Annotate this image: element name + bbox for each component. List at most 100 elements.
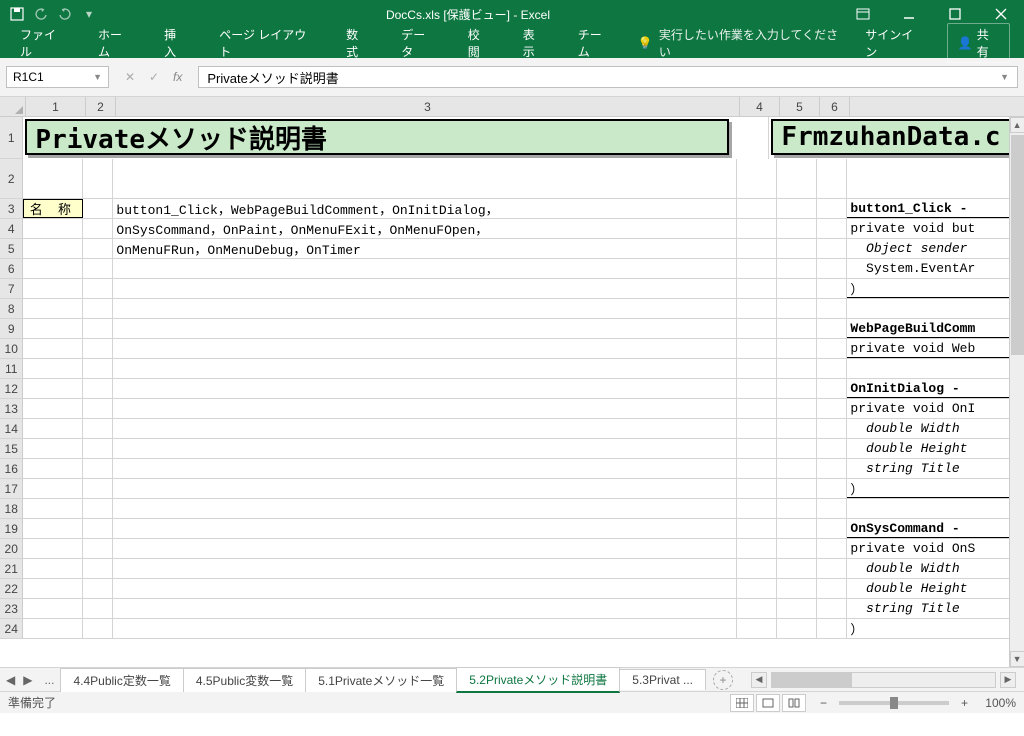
cell[interactable] bbox=[777, 359, 817, 378]
cell[interactable] bbox=[737, 199, 777, 218]
cell[interactable] bbox=[737, 379, 777, 398]
cell[interactable] bbox=[777, 279, 817, 298]
cell[interactable] bbox=[777, 339, 817, 358]
row-header[interactable]: 4 bbox=[0, 219, 23, 239]
row-header[interactable]: 17 bbox=[0, 479, 23, 499]
cell[interactable] bbox=[737, 439, 777, 458]
row-header[interactable]: 5 bbox=[0, 239, 23, 259]
cell[interactable] bbox=[23, 499, 83, 518]
cell[interactable] bbox=[113, 299, 737, 318]
sheet-tab[interactable]: 4.5Public変数一覧 bbox=[183, 668, 306, 692]
row-header[interactable]: 9 bbox=[0, 319, 23, 339]
row-header[interactable]: 15 bbox=[0, 439, 23, 459]
tab-insert[interactable]: 挿入 bbox=[148, 28, 203, 58]
vertical-scrollbar[interactable]: ▲ ▼ bbox=[1009, 117, 1024, 667]
cell[interactable] bbox=[777, 399, 817, 418]
cell[interactable] bbox=[817, 559, 847, 578]
cell[interactable]: double Width bbox=[847, 559, 1008, 578]
cell[interactable] bbox=[83, 579, 113, 598]
cell[interactable] bbox=[777, 619, 817, 638]
cell[interactable] bbox=[23, 539, 83, 558]
hscroll-right-icon[interactable]: ▶ bbox=[1000, 672, 1016, 688]
cell[interactable]: string Title bbox=[847, 459, 1008, 478]
cell[interactable] bbox=[847, 499, 1008, 518]
row-header[interactable]: 1 bbox=[0, 117, 23, 159]
cell[interactable] bbox=[83, 499, 113, 518]
cell[interactable] bbox=[23, 379, 83, 398]
cancel-formula-icon[interactable]: ✕ bbox=[119, 66, 141, 88]
row-header[interactable]: 12 bbox=[0, 379, 23, 399]
cell[interactable] bbox=[83, 299, 113, 318]
cell[interactable] bbox=[777, 299, 817, 318]
cell[interactable] bbox=[817, 619, 847, 638]
cell[interactable] bbox=[737, 359, 777, 378]
accept-formula-icon[interactable]: ✓ bbox=[143, 66, 165, 88]
cell[interactable] bbox=[83, 359, 113, 378]
cell[interactable]: private void OnI bbox=[847, 399, 1008, 418]
cell[interactable] bbox=[777, 239, 817, 258]
row-header[interactable]: 11 bbox=[0, 359, 23, 379]
cell[interactable] bbox=[737, 559, 777, 578]
cell[interactable] bbox=[817, 599, 847, 618]
cell[interactable] bbox=[23, 619, 83, 638]
hscroll-thumb[interactable] bbox=[772, 673, 852, 687]
cell[interactable] bbox=[817, 419, 847, 438]
cell[interactable] bbox=[817, 159, 847, 199]
cell[interactable] bbox=[737, 339, 777, 358]
fx-icon[interactable]: fx bbox=[167, 70, 188, 84]
zoom-value[interactable]: 100% bbox=[972, 696, 1016, 710]
cell[interactable] bbox=[23, 599, 83, 618]
cell[interactable]: ） bbox=[847, 619, 1008, 638]
cell[interactable] bbox=[23, 359, 83, 378]
cell[interactable] bbox=[817, 439, 847, 458]
cell[interactable] bbox=[817, 499, 847, 518]
cell[interactable] bbox=[83, 419, 113, 438]
cell[interactable] bbox=[113, 419, 737, 438]
cell[interactable] bbox=[83, 599, 113, 618]
row-header[interactable]: 24 bbox=[0, 619, 23, 639]
col-header-3[interactable]: 3 bbox=[116, 97, 740, 117]
cell[interactable] bbox=[737, 419, 777, 438]
cell[interactable]: OnInitDialog - bbox=[847, 379, 1008, 398]
view-pagebreak-icon[interactable] bbox=[782, 694, 806, 712]
row-header[interactable]: 20 bbox=[0, 539, 23, 559]
cell[interactable] bbox=[777, 539, 817, 558]
formula-expand-icon[interactable]: ▼ bbox=[1000, 72, 1009, 82]
tab-view[interactable]: 表示 bbox=[507, 28, 562, 58]
cell[interactable] bbox=[737, 539, 777, 558]
signin-link[interactable]: サインイン bbox=[851, 26, 937, 60]
cell[interactable] bbox=[83, 199, 113, 218]
row-header[interactable]: 13 bbox=[0, 399, 23, 419]
cell[interactable] bbox=[83, 259, 113, 278]
row-header[interactable]: 14 bbox=[0, 419, 23, 439]
cell[interactable]: ） bbox=[847, 279, 1008, 298]
cell[interactable] bbox=[737, 219, 777, 238]
cell[interactable] bbox=[113, 599, 737, 618]
col-header-1[interactable]: 1 bbox=[26, 97, 86, 117]
cells-area[interactable]: Privateメソッド説明書 FrmzuhanData.c 名 称 button… bbox=[23, 117, 1008, 667]
sheet-tab[interactable]: 5.1Privateメソッド一覧 bbox=[305, 668, 457, 692]
cell[interactable] bbox=[83, 459, 113, 478]
cell[interactable] bbox=[83, 539, 113, 558]
horizontal-scrollbar[interactable] bbox=[771, 672, 996, 688]
ribbon-display-icon[interactable] bbox=[840, 0, 886, 28]
cell[interactable] bbox=[817, 259, 847, 278]
undo-icon[interactable] bbox=[34, 7, 48, 21]
save-icon[interactable] bbox=[10, 7, 24, 21]
tab-home[interactable]: ホーム bbox=[82, 28, 148, 58]
cell[interactable] bbox=[23, 399, 83, 418]
cell[interactable] bbox=[817, 219, 847, 238]
col-header-2[interactable]: 2 bbox=[86, 97, 116, 117]
tab-scroll-right-icon[interactable]: ▶ bbox=[23, 673, 32, 687]
cell[interactable] bbox=[777, 579, 817, 598]
cell-label[interactable]: 名 称 bbox=[23, 199, 83, 218]
cell[interactable] bbox=[23, 559, 83, 578]
cell[interactable] bbox=[83, 439, 113, 458]
tell-me-search[interactable]: 💡 実行したい作業を入力してください bbox=[628, 26, 851, 60]
cell[interactable] bbox=[113, 159, 737, 199]
cell[interactable] bbox=[83, 379, 113, 398]
cell[interactable] bbox=[113, 359, 737, 378]
cell[interactable] bbox=[737, 579, 777, 598]
cell[interactable] bbox=[113, 579, 737, 598]
cell[interactable] bbox=[83, 219, 113, 238]
